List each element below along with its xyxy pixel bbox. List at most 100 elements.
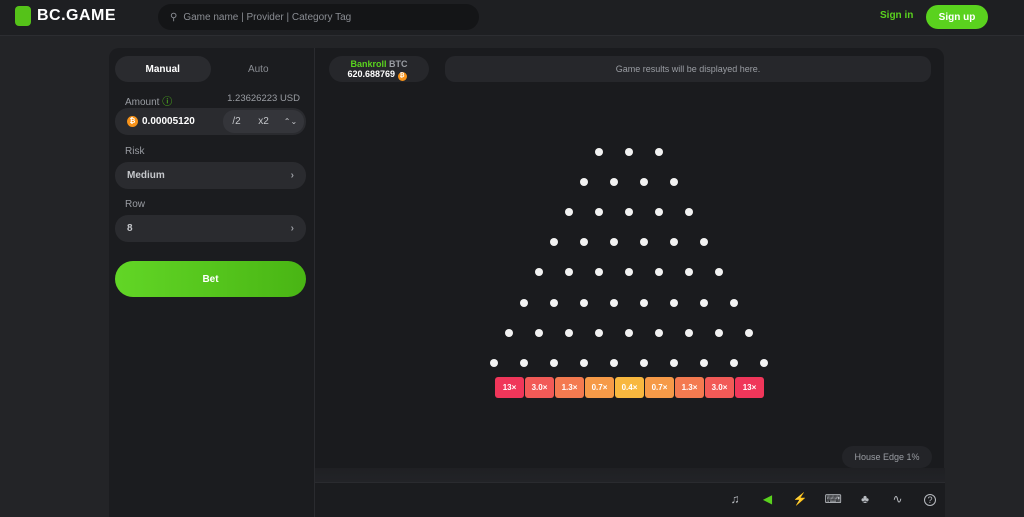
- peg: [595, 328, 603, 337]
- peg: [580, 178, 588, 187]
- peg: [505, 328, 513, 337]
- peg: [520, 358, 528, 367]
- peg: [715, 328, 723, 337]
- multiplier-bucket: 0.7×: [645, 377, 674, 398]
- chevron-right-icon: ›: [290, 223, 294, 234]
- sound-icon[interactable]: ◀: [760, 492, 776, 506]
- multiplier-bucket: 13×: [735, 377, 764, 398]
- peg: [670, 238, 678, 247]
- plinko-board: Bankroll BTC 620.688769 ₿ Game results wi…: [314, 48, 945, 517]
- house-edge-badge: House Edge 1%: [842, 446, 932, 468]
- stepper-icon[interactable]: ⌃⌄: [277, 110, 304, 133]
- peg: [640, 298, 648, 307]
- multiplier-bucket: 3.0×: [525, 377, 554, 398]
- peg: [700, 358, 708, 367]
- btc-coin-icon: ₿: [397, 71, 407, 81]
- peg: [580, 298, 588, 307]
- peg: [580, 358, 588, 367]
- half-button[interactable]: /2: [223, 110, 250, 133]
- logo-icon: [15, 6, 31, 26]
- peg: [595, 208, 603, 217]
- peg: [760, 358, 768, 367]
- peg: [550, 358, 558, 367]
- multiplier-bucket: 0.7×: [585, 377, 614, 398]
- btc-coin-icon: ₿: [127, 116, 138, 127]
- bet-button[interactable]: Bet: [115, 261, 306, 297]
- peg: [625, 148, 633, 156]
- lightning-icon[interactable]: ⚡: [792, 492, 808, 506]
- music-icon[interactable]: ♫: [727, 492, 743, 506]
- peg: [550, 238, 558, 247]
- risk-label: Risk: [125, 146, 145, 157]
- peg: [595, 268, 603, 277]
- multiplier-bucket: 1.3×: [675, 377, 704, 398]
- peg: [520, 298, 528, 307]
- sign-in-link[interactable]: Sign in: [880, 10, 913, 21]
- row-label: Row: [125, 199, 146, 210]
- peg: [670, 298, 678, 307]
- peg: [730, 298, 738, 307]
- help-icon[interactable]: ?: [924, 494, 936, 506]
- logo-text: BC.GAME: [37, 7, 117, 24]
- peg: [535, 328, 543, 337]
- peg: [715, 268, 723, 277]
- row-select[interactable]: 8 ›: [115, 215, 306, 242]
- bet-panel: Manual Auto Amount ⓘ 1.23626223 USD ₿ 0.0…: [109, 48, 314, 517]
- acorn-icon[interactable]: ♣: [857, 492, 873, 506]
- peg: [625, 268, 633, 277]
- info-icon: ⓘ: [162, 97, 173, 108]
- peg: [610, 238, 618, 247]
- top-bar: BC.GAME ⚲ Game name | Provider | Category…: [0, 0, 1024, 36]
- peg: [685, 208, 693, 217]
- risk-select[interactable]: Medium ›: [115, 162, 306, 189]
- amount-input[interactable]: ₿ 0.00005120 /2 x2 ⌃⌄: [115, 108, 306, 135]
- peg: [550, 298, 558, 307]
- peg: [700, 298, 708, 307]
- keyboard-icon[interactable]: ⌨: [825, 492, 842, 506]
- peg: [610, 298, 618, 307]
- multiplier-bucket: 0.4×: [615, 377, 644, 398]
- peg: [565, 208, 573, 217]
- peg: [670, 178, 678, 187]
- bankroll-badge: Bankroll BTC 620.688769 ₿: [329, 56, 429, 82]
- amount-label: Amount ⓘ: [125, 97, 173, 108]
- peg: [610, 358, 618, 367]
- multiplier-bucket: 13×: [495, 377, 524, 398]
- peg: [700, 238, 708, 247]
- peg: [610, 178, 618, 187]
- double-button[interactable]: x2: [250, 110, 277, 133]
- peg: [625, 328, 633, 337]
- peg: [595, 148, 603, 156]
- search-icon: ⚲: [170, 11, 178, 23]
- peg: [640, 238, 648, 247]
- peg: [580, 238, 588, 247]
- search-placeholder: Game name | Provider | Category Tag: [183, 11, 352, 23]
- tab-auto[interactable]: Auto: [211, 56, 307, 82]
- chevron-right-icon: ›: [290, 170, 294, 181]
- results-bar: Game results will be displayed here.: [445, 56, 931, 82]
- peg: [655, 148, 663, 156]
- peg: [655, 268, 663, 277]
- multiplier-bucket: 1.3×: [555, 377, 584, 398]
- peg: [655, 328, 663, 337]
- toolbar: [315, 482, 945, 517]
- peg: [685, 268, 693, 277]
- logo[interactable]: BC.GAME: [15, 6, 116, 26]
- sign-up-button[interactable]: Sign up: [926, 5, 988, 29]
- tab-manual[interactable]: Manual: [115, 56, 211, 82]
- peg: [685, 328, 693, 337]
- peg: [565, 328, 573, 337]
- chart-icon[interactable]: ∿: [890, 492, 906, 506]
- peg: [745, 328, 753, 337]
- peg: [640, 178, 648, 187]
- peg: [670, 358, 678, 367]
- peg: [490, 358, 498, 367]
- peg: [625, 208, 633, 217]
- peg: [640, 358, 648, 367]
- search-input[interactable]: ⚲ Game name | Provider | Category Tag: [158, 4, 479, 30]
- amount-usd: 1.23626223 USD: [227, 93, 300, 104]
- peg: [655, 208, 663, 217]
- peg: [565, 268, 573, 277]
- peg: [730, 358, 738, 367]
- multiplier-bucket: 3.0×: [705, 377, 734, 398]
